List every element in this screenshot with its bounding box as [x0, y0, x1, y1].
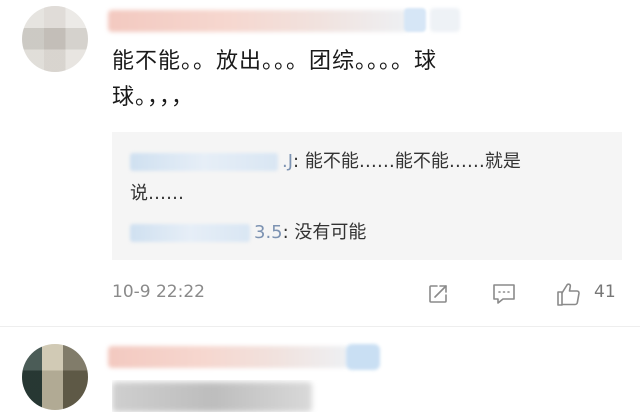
reply-username-tail[interactable]: .J: [282, 151, 293, 172]
thumbs-up-icon[interactable]: [552, 278, 584, 310]
reply-text: : 能不能……能不能……就是: [293, 151, 521, 172]
username-blurred[interactable]: [108, 10, 408, 32]
user-badge: [346, 344, 380, 370]
reply-preview-box[interactable]: .J: 能不能……能不能……就是 说…… 3.5: 没有可能: [112, 132, 622, 260]
username-blurred[interactable]: [108, 346, 348, 368]
reply-text: : 没有可能: [282, 222, 367, 243]
reply-item[interactable]: .J: 能不能……能不能……就是 说……: [130, 146, 590, 210]
like-count: 41: [594, 282, 616, 302]
comment-icon[interactable]: [488, 278, 520, 310]
reply-item[interactable]: 3.5: 没有可能: [130, 218, 366, 248]
timestamp: 10-9 22:22: [112, 282, 205, 302]
user-badge: [404, 8, 426, 32]
reply-username-blurred[interactable]: [130, 224, 250, 242]
reply-username-blurred[interactable]: [130, 153, 278, 171]
avatar[interactable]: [22, 344, 88, 410]
comment-line-2: 球。，，，: [112, 85, 195, 110]
comment-line-1: 能不能。。放出。。。团综。。。。球: [112, 49, 438, 74]
avatar[interactable]: [22, 6, 88, 72]
comment-body-partial: [112, 380, 412, 412]
reply-username-tail[interactable]: 3.5: [254, 222, 283, 243]
share-icon[interactable]: [422, 278, 454, 310]
comment-text-cutoff: [112, 382, 312, 412]
user-badge-secondary: [430, 8, 460, 32]
comment-body: 能不能。。放出。。。团综。。。。球 球。，，，: [112, 44, 582, 116]
reply-text-continuation: 说……: [130, 183, 184, 204]
comment-actions-row: 10-9 22:22 41: [112, 278, 632, 310]
comment-divider: [0, 326, 640, 327]
